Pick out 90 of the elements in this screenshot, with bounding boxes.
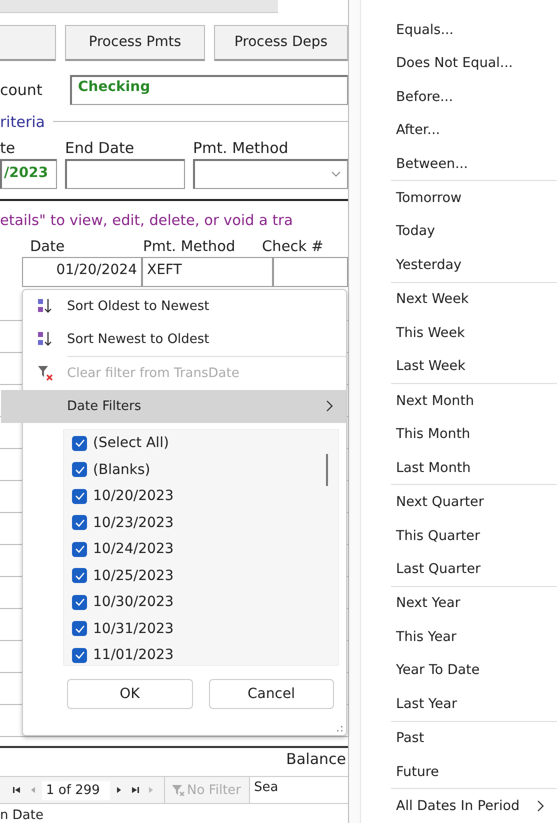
chevron-right-icon bbox=[326, 400, 334, 412]
checkbox[interactable] bbox=[72, 648, 87, 663]
last-record-icon bbox=[130, 785, 140, 795]
column-header: Check # bbox=[262, 238, 324, 255]
checkbox-item[interactable]: (Select All) bbox=[64, 430, 338, 456]
check-icon bbox=[74, 624, 84, 633]
checkbox[interactable] bbox=[72, 568, 87, 584]
menu-item[interactable]: Last Year bbox=[361, 687, 557, 721]
check-icon bbox=[74, 572, 84, 580]
date-field[interactable]: /2023 bbox=[0, 158, 57, 189]
menu-item[interactable]: This Week bbox=[361, 316, 557, 350]
instruction-text: etails" to view, edit, delete, or void a tra bbox=[0, 212, 294, 229]
menu-item[interactable]: Does Not Equal... bbox=[361, 46, 557, 80]
checkbox[interactable] bbox=[72, 436, 87, 451]
column-header: Pmt. Method bbox=[143, 238, 236, 255]
check-icon bbox=[74, 518, 84, 527]
search-field[interactable]: Sea bbox=[249, 777, 348, 803]
menu-item[interactable]: Last Month bbox=[361, 450, 557, 484]
date-field[interactable] bbox=[65, 158, 185, 189]
table-cell[interactable] bbox=[273, 256, 348, 287]
checkbox-item[interactable]: 10/24/2023 bbox=[64, 536, 338, 562]
menu-item[interactable]: Next Month bbox=[361, 384, 557, 418]
checkbox[interactable] bbox=[72, 515, 87, 530]
menu-item[interactable]: This Quarter bbox=[361, 518, 557, 552]
menu-item[interactable]: Past bbox=[361, 722, 557, 755]
menu-item[interactable]: Last Quarter bbox=[361, 552, 557, 586]
column-header: Date bbox=[29, 238, 66, 255]
status-text: n Date bbox=[0, 807, 44, 823]
menu-item[interactable]: Tomorrow bbox=[361, 181, 557, 215]
criteria-title: riteria bbox=[0, 112, 45, 131]
checkbox[interactable] bbox=[72, 621, 87, 636]
menu-item[interactable]: Before... bbox=[361, 80, 557, 114]
table-cell[interactable]: XEFT bbox=[142, 256, 273, 287]
menu-item[interactable]: Equals... bbox=[361, 13, 557, 46]
checkbox[interactable] bbox=[72, 542, 87, 557]
menu-item[interactable]: Today bbox=[361, 214, 557, 248]
menu-item[interactable]: Next Quarter bbox=[361, 485, 557, 519]
menu-item[interactable]: Next Year bbox=[361, 586, 557, 620]
check-icon bbox=[74, 439, 84, 448]
menu-item[interactable]: All Dates In Period bbox=[361, 789, 557, 823]
dropdown-field[interactable] bbox=[193, 158, 348, 189]
clear-filter-icon bbox=[171, 784, 185, 796]
checkbox[interactable] bbox=[72, 462, 87, 478]
checkbox-item[interactable]: 11/01/2023 bbox=[64, 642, 338, 665]
record-counter[interactable]: 1 of 299 bbox=[42, 780, 110, 800]
menu-item[interactable]: Between... bbox=[361, 146, 557, 180]
check-icon bbox=[74, 545, 84, 554]
toolbar-button[interactable]: Process Pmts bbox=[65, 24, 205, 61]
check-icon bbox=[74, 598, 84, 606]
first-record-icon bbox=[12, 785, 22, 795]
field-label: te bbox=[0, 138, 16, 157]
check-icon bbox=[74, 651, 84, 660]
menu-item[interactable]: Sort Newest to Oldest bbox=[23, 322, 346, 356]
menu-item[interactable]: Date Filters bbox=[1, 390, 346, 423]
menu-item[interactable]: Next Week bbox=[361, 282, 557, 316]
dialog-button[interactable]: OK bbox=[67, 678, 192, 709]
chevron-right-icon bbox=[537, 800, 545, 812]
chevron-down-icon bbox=[331, 171, 341, 178]
checkbox-item[interactable]: 10/20/2023 bbox=[64, 482, 338, 510]
check-icon bbox=[74, 492, 84, 500]
checkbox-item[interactable]: (Blanks) bbox=[64, 456, 338, 483]
checkbox[interactable] bbox=[72, 594, 87, 610]
menu-item[interactable]: Last Week bbox=[361, 350, 557, 383]
resize-grip-icon bbox=[337, 726, 343, 732]
menu-item[interactable]: Yesterday bbox=[361, 248, 557, 282]
balance-label: Balance bbox=[286, 750, 346, 770]
sort-ascending-icon bbox=[37, 298, 53, 314]
field-label: End Date bbox=[65, 138, 136, 157]
menu-item[interactable]: Sort Oldest to Newest bbox=[23, 290, 346, 323]
field-label: Pmt. Method bbox=[193, 138, 290, 157]
checkbox-item[interactable]: 10/31/2023 bbox=[64, 615, 338, 642]
menu-item[interactable]: After... bbox=[361, 113, 557, 147]
checkbox-item[interactable]: 10/23/2023 bbox=[64, 509, 338, 536]
clear-filter-icon bbox=[37, 365, 53, 382]
sort-descending-icon bbox=[37, 331, 53, 348]
scrollbar-thumb[interactable] bbox=[326, 454, 328, 486]
dialog-button[interactable]: Cancel bbox=[208, 678, 334, 709]
toolbar-button[interactable] bbox=[0, 24, 56, 61]
check-icon bbox=[74, 466, 84, 474]
checkbox-item[interactable]: 10/25/2023 bbox=[64, 562, 338, 589]
menu-item[interactable]: Year To Date bbox=[361, 654, 557, 688]
menu-item[interactable]: This Year bbox=[361, 620, 557, 654]
account-label: count bbox=[0, 80, 44, 99]
menu-item[interactable]: This Month bbox=[361, 417, 557, 451]
account-field[interactable]: Checking bbox=[70, 74, 348, 105]
checkbox[interactable] bbox=[72, 488, 87, 504]
menu-item[interactable]: Future bbox=[361, 754, 557, 788]
table-cell[interactable]: 01/20/2024 bbox=[22, 256, 142, 287]
toolbar-button[interactable]: Process Deps bbox=[214, 24, 348, 61]
checkbox-item[interactable]: 10/30/2023 bbox=[64, 588, 338, 616]
